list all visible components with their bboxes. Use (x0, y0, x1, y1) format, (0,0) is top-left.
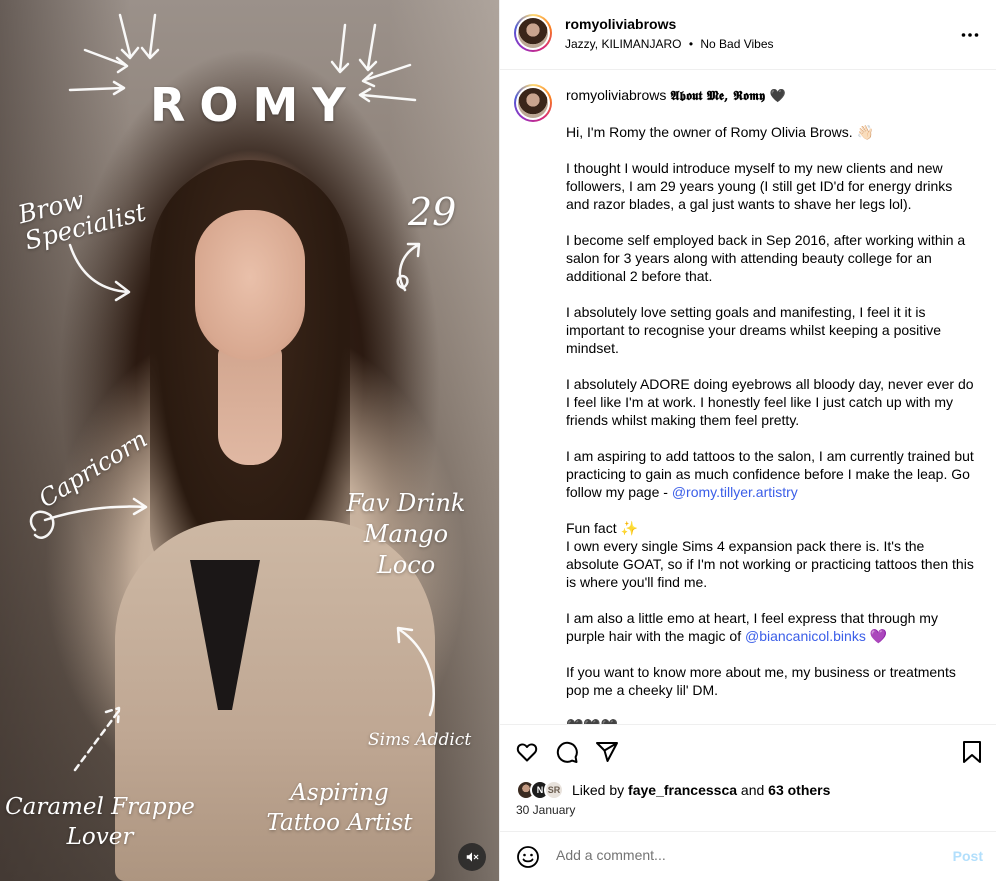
hair-artist-link[interactable]: @biancanicol.binks (745, 628, 866, 644)
caption-paragraph: I absolutely love setting goals and mani… (566, 304, 942, 356)
post-media[interactable]: ROMY Brow Specialist 29 Capricorn Fav Dr… (0, 0, 499, 881)
share-button[interactable] (594, 739, 620, 765)
post-side-panel: romyoliviabrows Jazzy, KILIMANJARO • No … (499, 0, 996, 881)
caption-header: romyoliviabrows 𝕬𝖇𝖔𝖚𝖙 𝕸𝖊, 𝕽𝖔𝖒𝖞 🖤 (566, 87, 786, 104)
overlay-tattoo-artist: Aspiring Tattoo Artist (266, 780, 413, 836)
caption-username[interactable]: romyoliviabrows (566, 87, 666, 103)
caption-hearts: 🖤🖤🖤 (566, 717, 976, 724)
smiley-icon (517, 846, 539, 868)
overlay-name: ROMY (150, 78, 360, 132)
purple-heart-emoji: 💜 (865, 628, 888, 644)
add-comment-bar: Post (500, 831, 996, 881)
liker-avatar: SR (544, 780, 564, 800)
tattoo-account-link[interactable]: @romy.tillyer.artistry (672, 484, 798, 500)
caption-title: 𝕬𝖇𝖔𝖚𝖙 𝕸𝖊, 𝕽𝖔𝖒𝖞 🖤 (670, 89, 786, 104)
liked-by-and: and (737, 782, 769, 798)
audio-separator: • (688, 37, 694, 51)
caption-paragraph-tattoo: I am aspiring to add tattoos to the salo… (566, 447, 976, 501)
caption-paragraph: If you want to know more about me, my bu… (566, 664, 956, 698)
like-button[interactable] (514, 739, 540, 765)
audio-track[interactable]: Jazzy, KILIMANJARO (565, 37, 681, 51)
overlay-sims-addict: Sims Addict (368, 730, 472, 750)
post-date[interactable]: 30 January (516, 803, 575, 817)
caption-paragraph-emo: I am also a little emo at heart, I feel … (566, 609, 976, 645)
speaker-muted-icon (466, 852, 479, 862)
comment-button[interactable] (554, 739, 580, 765)
more-options-button[interactable] (961, 25, 979, 39)
audio-info[interactable]: Jazzy, KILIMANJARO • No Bad Vibes (565, 37, 774, 51)
audio-extra[interactable]: No Bad Vibes (700, 37, 773, 51)
photo-subject-neck (218, 345, 282, 465)
save-button[interactable] (959, 739, 985, 765)
post-comment-button[interactable]: Post (953, 848, 983, 864)
likes-summary[interactable]: N SR Liked by faye_francessca and 63 oth… (516, 779, 830, 801)
caption-body: Hi, I'm Romy the owner of Romy Olivia Br… (566, 123, 976, 724)
caption-paragraph-fun-fact: Fun fact ✨ I own every single Sims 4 exp… (566, 519, 976, 591)
post-header: romyoliviabrows Jazzy, KILIMANJARO • No … (500, 0, 996, 70)
emoji-button[interactable] (515, 844, 541, 870)
author-username[interactable]: romyoliviabrows (565, 16, 676, 32)
overlay-frappe-lover: Caramel Frappe Lover (5, 794, 195, 850)
fun-fact-text: I own every single Sims 4 expansion pack… (566, 538, 974, 590)
liked-by-count[interactable]: 63 others (768, 782, 830, 798)
caption-avatar[interactable] (514, 84, 552, 122)
photo-subject-face (195, 210, 305, 360)
caption-paragraph: I absolutely ADORE doing eyebrows all bl… (566, 376, 974, 428)
liked-by-text: Liked by faye_francessca and 63 others (572, 782, 830, 798)
overlay-fav-drink: Fav Drink Mango Loco (346, 489, 466, 579)
caption-paragraph: I thought I would introduce myself to my… (566, 160, 953, 212)
comment-bubble-icon (556, 741, 578, 763)
post-actions: N SR Liked by faye_francessca and 63 oth… (500, 724, 996, 881)
liked-by-prefix: Liked by (572, 782, 629, 798)
comment-input[interactable] (556, 847, 896, 863)
more-horizontal-icon (961, 33, 979, 37)
overlay-age: 29 (408, 190, 457, 234)
caption-paragraph: Hi, I'm Romy the owner of Romy Olivia Br… (566, 124, 874, 140)
mute-button[interactable] (458, 843, 486, 871)
caption-paragraph: I become self employed back in Sep 2016,… (566, 232, 966, 284)
bookmark-icon (963, 741, 981, 763)
author-avatar[interactable] (514, 14, 552, 52)
paper-plane-icon (596, 742, 618, 762)
fun-fact-title: Fun fact ✨ (566, 520, 638, 536)
heart-icon (516, 743, 538, 762)
liked-by-user[interactable]: faye_francessca (628, 782, 737, 798)
comments-scroll-area[interactable]: romyoliviabrows 𝕬𝖇𝖔𝖚𝖙 𝕸𝖊, 𝕽𝖔𝖒𝖞 🖤 Hi, I'm… (500, 71, 996, 724)
